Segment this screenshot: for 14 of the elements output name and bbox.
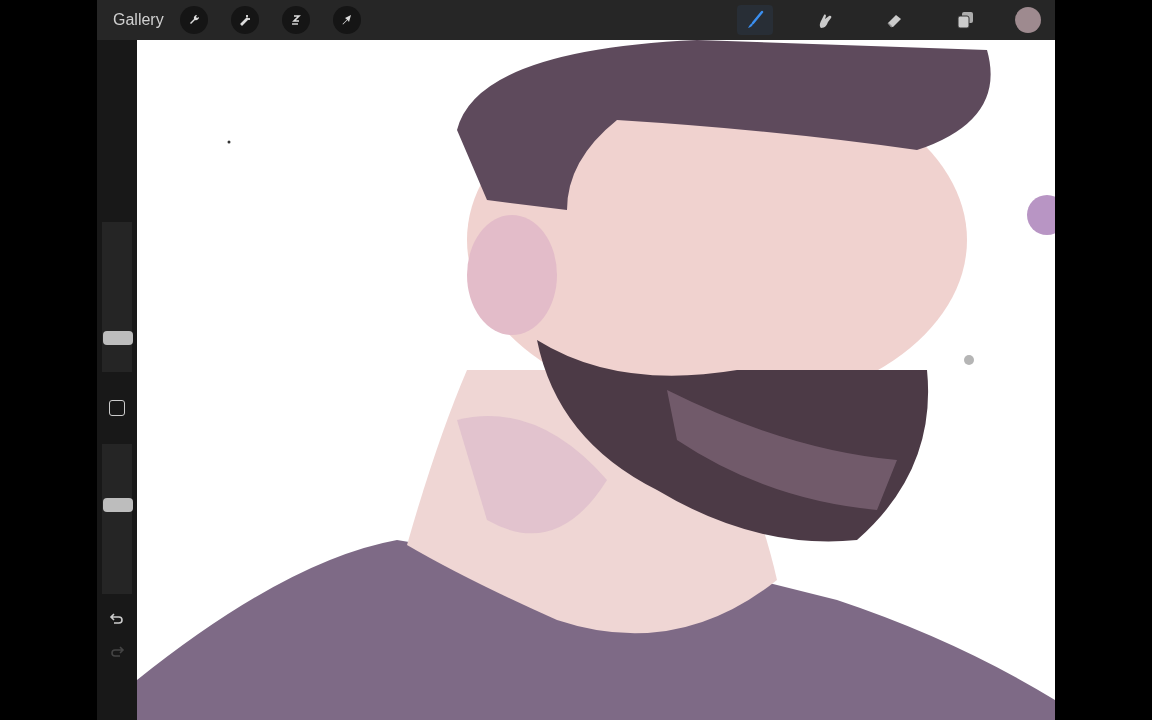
opacity-slider[interactable] [103,498,133,513]
color-swatch[interactable] [1015,7,1041,33]
selection-button[interactable] [281,6,310,34]
wand-button[interactable] [230,6,259,34]
brush-size-slider[interactable] [103,330,133,345]
undo-icon [109,612,125,626]
transform-button[interactable] [332,6,361,34]
gallery-link[interactable]: Gallery [113,11,164,29]
brush-icon [745,10,765,30]
redo-icon [109,645,125,659]
brush-tool[interactable] [737,5,773,35]
layers-icon [955,10,975,30]
wrench-button[interactable] [179,6,208,34]
modify-button[interactable] [109,400,125,416]
